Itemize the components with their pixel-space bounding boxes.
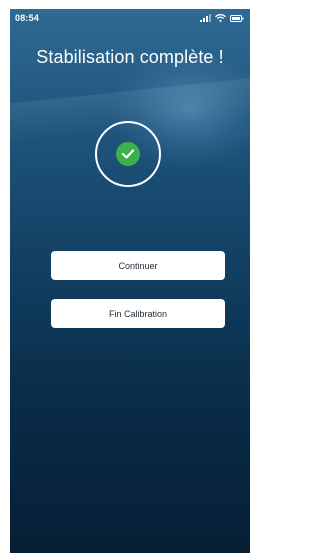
check-circle-icon	[116, 142, 140, 166]
page-title: Stabilisation complète !	[36, 47, 224, 67]
continue-button[interactable]: Continuer	[51, 251, 225, 280]
status-time: 08:54	[15, 13, 40, 23]
wifi-icon	[215, 14, 226, 22]
status-icons	[200, 14, 244, 22]
end-calibration-button[interactable]: Fin Calibration	[51, 299, 225, 328]
app-screen: 08:54 Stabilisation complète ! Continuer…	[10, 9, 250, 553]
status-bar: 08:54	[10, 9, 250, 29]
signal-icon	[200, 14, 211, 22]
success-ring	[95, 121, 161, 187]
battery-icon	[230, 15, 244, 22]
